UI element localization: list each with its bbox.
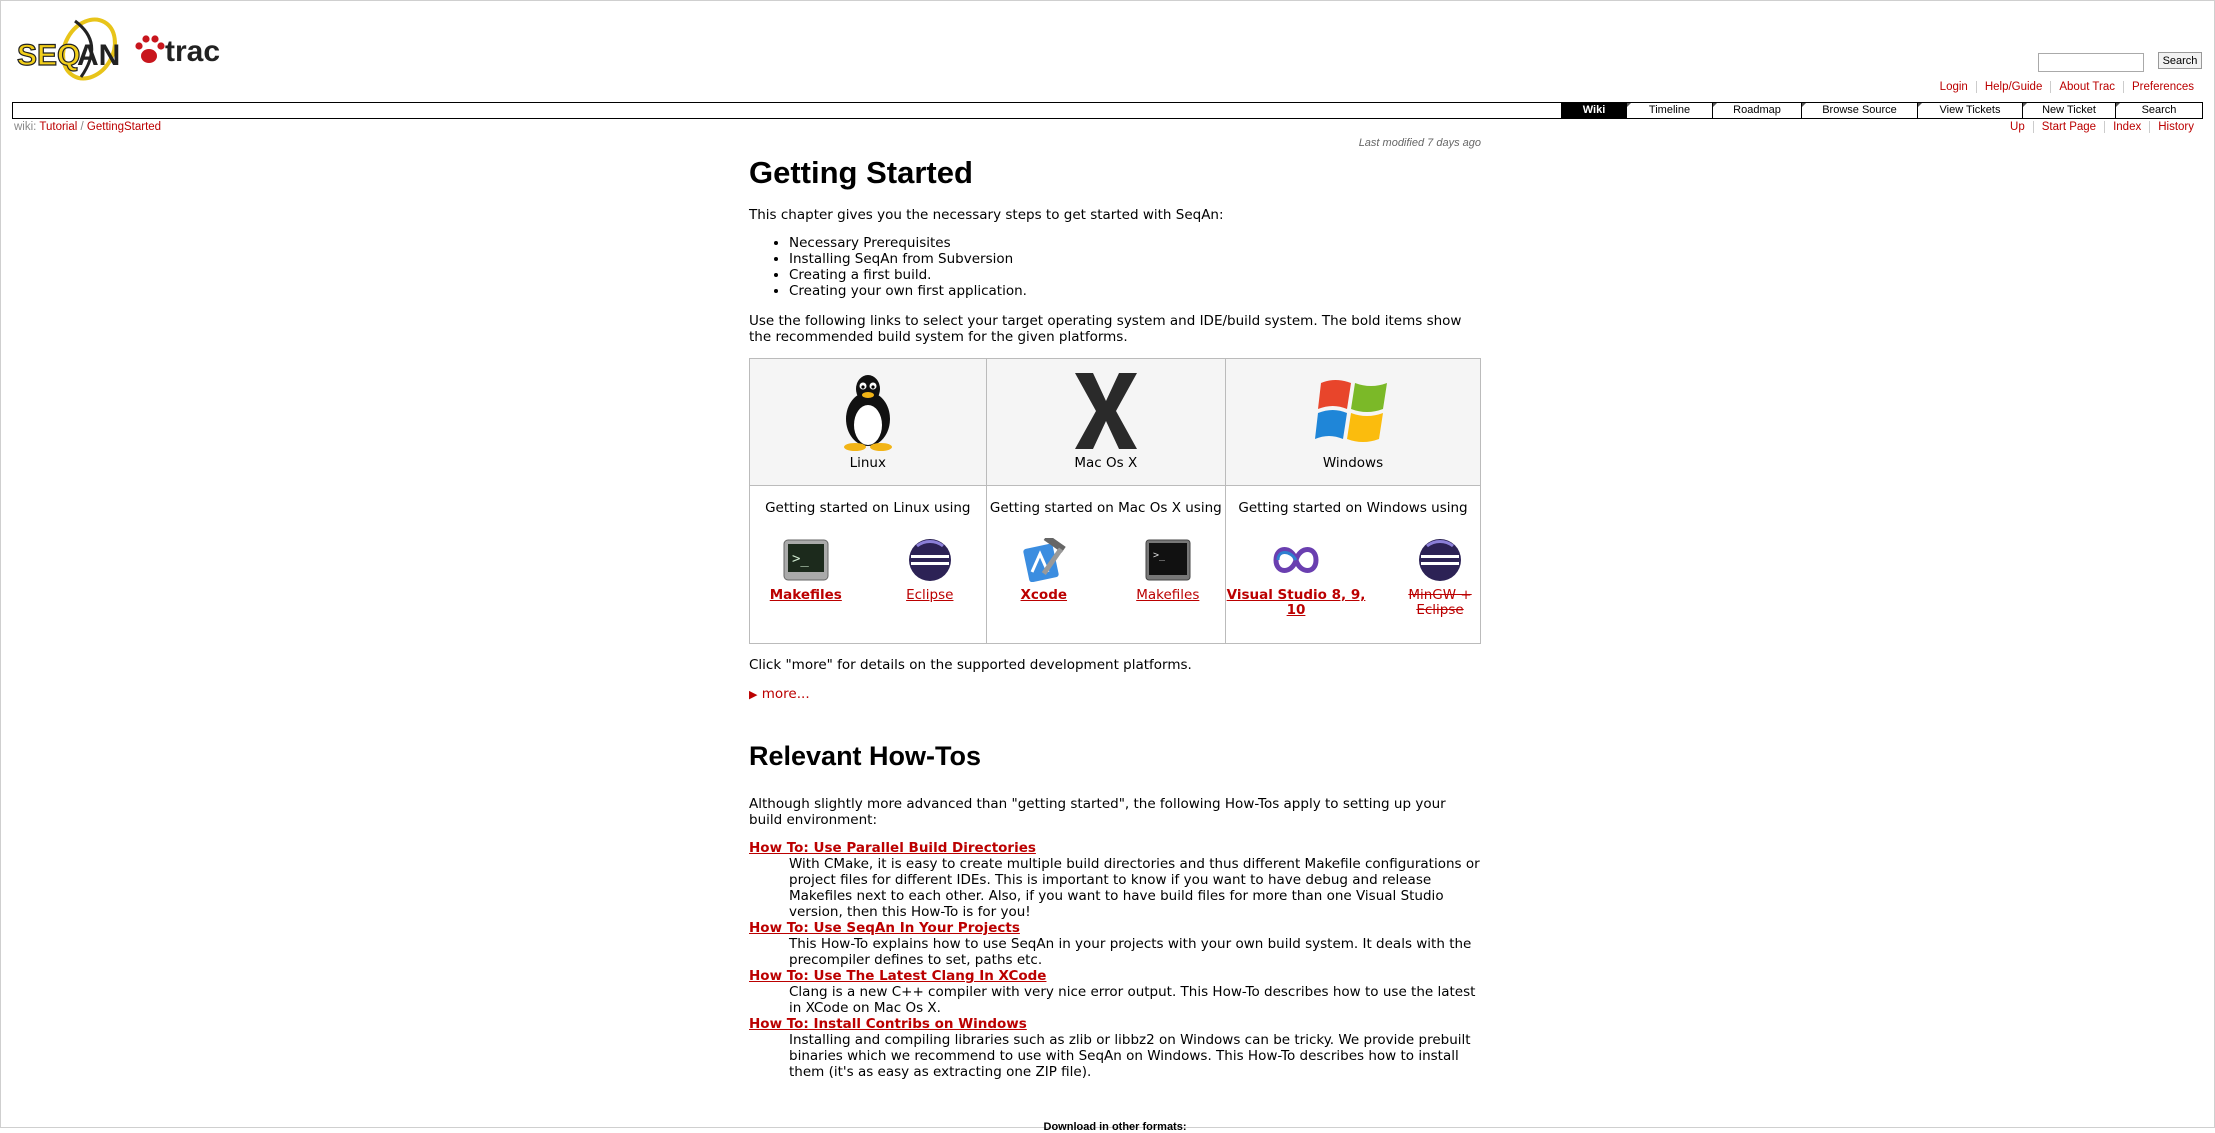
list-item: Necessary Prerequisites <box>789 235 1027 251</box>
list-item: Creating your own first application. <box>789 283 1027 299</box>
tux-icon <box>843 375 892 451</box>
breadcrumb: wiki: Tutorial / GettingStarted <box>14 121 161 133</box>
breadcrumb-prefix: wiki: <box>14 121 37 133</box>
about-trac-link[interactable]: About Trac <box>2050 81 2123 93</box>
macos-tools-cell: Getting started on Mac Os X using Xcode <box>985 485 1227 644</box>
xcode-link[interactable]: Xcode <box>1021 588 1068 603</box>
tab-view-tickets[interactable]: View Tickets <box>1917 103 2022 118</box>
eclipse-icon[interactable] <box>1418 538 1462 582</box>
visual-studio-link[interactable]: Visual Studio 8, 9, 10 <box>1226 588 1366 618</box>
terminal-icon[interactable]: >_ <box>782 538 830 582</box>
tab-timeline[interactable]: Timeline <box>1626 103 1712 118</box>
search-button[interactable]: Search <box>2158 52 2202 69</box>
mac-makefiles-link[interactable]: Makefiles <box>1136 588 1199 603</box>
meta-nav: Login Help/Guide About Trac Preferences <box>1932 81 2202 93</box>
howto-description: With CMake, it is easy to create multipl… <box>789 856 1480 920</box>
more-link[interactable]: more... <box>762 686 810 702</box>
linux-using-text: Getting started on Linux using <box>765 500 971 516</box>
steps-list: Necessary Prerequisites Installing SeqAn… <box>749 235 1027 299</box>
windows-using-text: Getting started on Windows using <box>1238 500 1468 516</box>
howto-seqan-projects-link[interactable]: How To: Use SeqAn In Your Projects <box>749 920 1020 936</box>
index-link[interactable]: Index <box>2104 121 2149 133</box>
howto-description: Clang is a new C++ compiler with very ni… <box>789 984 1476 1016</box>
terminal-icon[interactable]: >_ <box>1144 538 1192 582</box>
breadcrumb-gettingstarted[interactable]: GettingStarted <box>87 121 161 133</box>
platform-name-windows: Windows <box>1322 455 1384 471</box>
up-link[interactable]: Up <box>2002 121 2033 133</box>
tab-wiki[interactable]: Wiki <box>1561 103 1626 118</box>
windows-tools-cell: Getting started on Windows using Visual … <box>1225 485 1481 644</box>
expand-triangle-icon: ▶ <box>749 688 758 701</box>
linux-tools-cell: Getting started on Linux using >_ Makefi… <box>749 485 987 644</box>
start-page-link[interactable]: Start Page <box>2032 121 2104 133</box>
svg-text:>_: >_ <box>792 551 809 567</box>
visual-studio-icon[interactable] <box>1270 538 1322 582</box>
mingw-eclipse-link[interactable]: MinGW + Eclipse <box>1400 588 1480 618</box>
platforms-table: Linux Mac Os X Windows Getting started o… <box>749 358 1481 644</box>
seqan-trac-logo[interactable]: SEQ AN trac <box>15 13 235 85</box>
download-formats-label: Download in other formats: <box>1043 1121 1187 1133</box>
main-nav: Wiki Timeline Roadmap Browse Source View… <box>12 102 2203 119</box>
history-link[interactable]: History <box>2149 121 2202 133</box>
tab-search[interactable]: Search <box>2115 103 2202 118</box>
eclipse-icon[interactable] <box>908 538 952 582</box>
help-guide-link[interactable]: Help/Guide <box>1975 81 2051 93</box>
more-toggle[interactable]: ▶ more... <box>749 686 810 703</box>
login-link[interactable]: Login <box>1932 81 1976 93</box>
breadcrumb-tutorial[interactable]: Tutorial <box>39 121 77 133</box>
macos-using-text: Getting started on Mac Os X using <box>989 500 1222 516</box>
linux-makefiles-link[interactable]: Makefiles <box>770 588 842 603</box>
svg-text:>_: >_ <box>1153 550 1166 561</box>
context-nav: Up Start Page Index History <box>2002 121 2202 133</box>
list-item: Installing SeqAn from Subversion <box>789 251 1027 267</box>
platform-name-macos: Mac Os X <box>1074 455 1138 471</box>
mac-os-x-icon <box>1074 373 1137 449</box>
search-input[interactable] <box>2038 53 2144 72</box>
svg-text:SEQ: SEQ <box>17 39 80 72</box>
click-more-text: Click "more" for details on the supporte… <box>749 657 1192 673</box>
howto-parallel-build-link[interactable]: How To: Use Parallel Build Directories <box>749 840 1036 856</box>
howto-clang-xcode-link[interactable]: How To: Use The Latest Clang In XCode <box>749 968 1046 984</box>
howtos-list: How To: Use Parallel Build Directories W… <box>749 840 1481 1080</box>
breadcrumb-separator: / <box>80 121 84 133</box>
page-title: Getting Started <box>749 155 973 190</box>
howtos-title: Relevant How-Tos <box>749 741 982 771</box>
macos-header: Mac Os X <box>985 358 1227 486</box>
windows-header: Windows <box>1225 358 1481 486</box>
xcode-icon[interactable] <box>1020 538 1068 582</box>
tab-new-ticket[interactable]: New Ticket <box>2022 103 2115 118</box>
howto-description: This How-To explains how to use SeqAn in… <box>789 936 1472 968</box>
svg-text:trac: trac <box>165 35 220 68</box>
howto-description: Installing and compiling libraries such … <box>789 1032 1471 1080</box>
preferences-link[interactable]: Preferences <box>2122 81 2202 93</box>
platform-name-linux: Linux <box>849 455 886 471</box>
linux-header: Linux <box>749 358 987 486</box>
tab-browse-source[interactable]: Browse Source <box>1801 103 1917 118</box>
last-modified: Last modified 7 days ago <box>1358 137 1481 149</box>
svg-text:AN: AN <box>77 39 120 72</box>
tab-roadmap[interactable]: Roadmap <box>1712 103 1801 118</box>
howtos-intro: Although slightly more advanced than "ge… <box>749 796 1446 828</box>
howto-contribs-windows-link[interactable]: How To: Install Contribs on Windows <box>749 1016 1027 1032</box>
intro-text: This chapter gives you the necessary ste… <box>749 207 1224 223</box>
links-text: Use the following links to select your t… <box>749 313 1462 345</box>
linux-eclipse-link[interactable]: Eclipse <box>906 588 953 603</box>
list-item: Creating a first build. <box>789 267 1027 283</box>
windows-logo-icon <box>1315 380 1387 442</box>
